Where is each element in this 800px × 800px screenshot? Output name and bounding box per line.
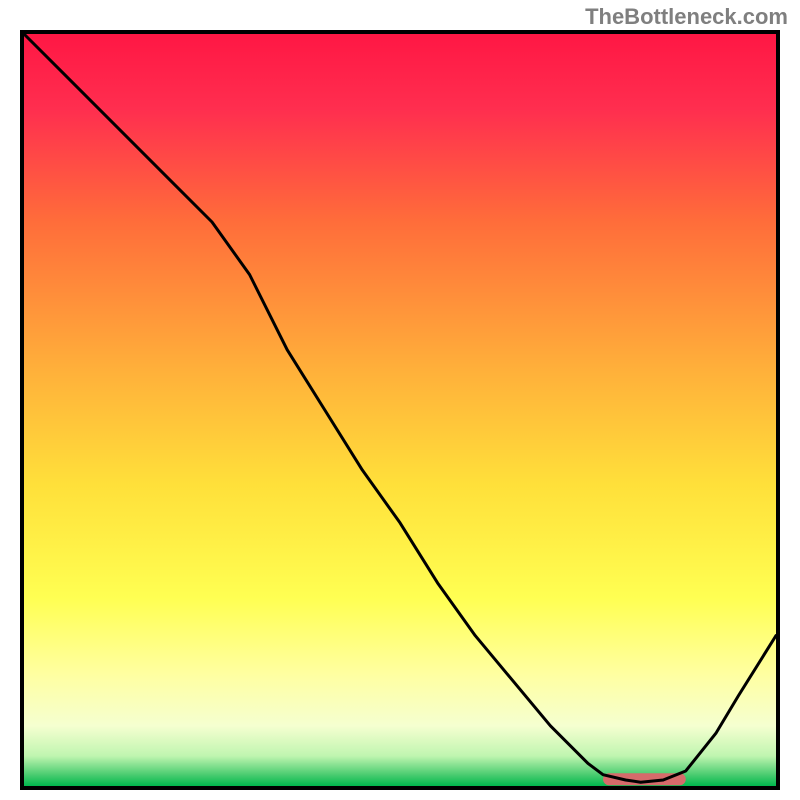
watermark-text: TheBottleneck.com [585, 4, 788, 30]
chart-plot [20, 30, 780, 790]
chart-container: TheBottleneck.com [0, 0, 800, 800]
